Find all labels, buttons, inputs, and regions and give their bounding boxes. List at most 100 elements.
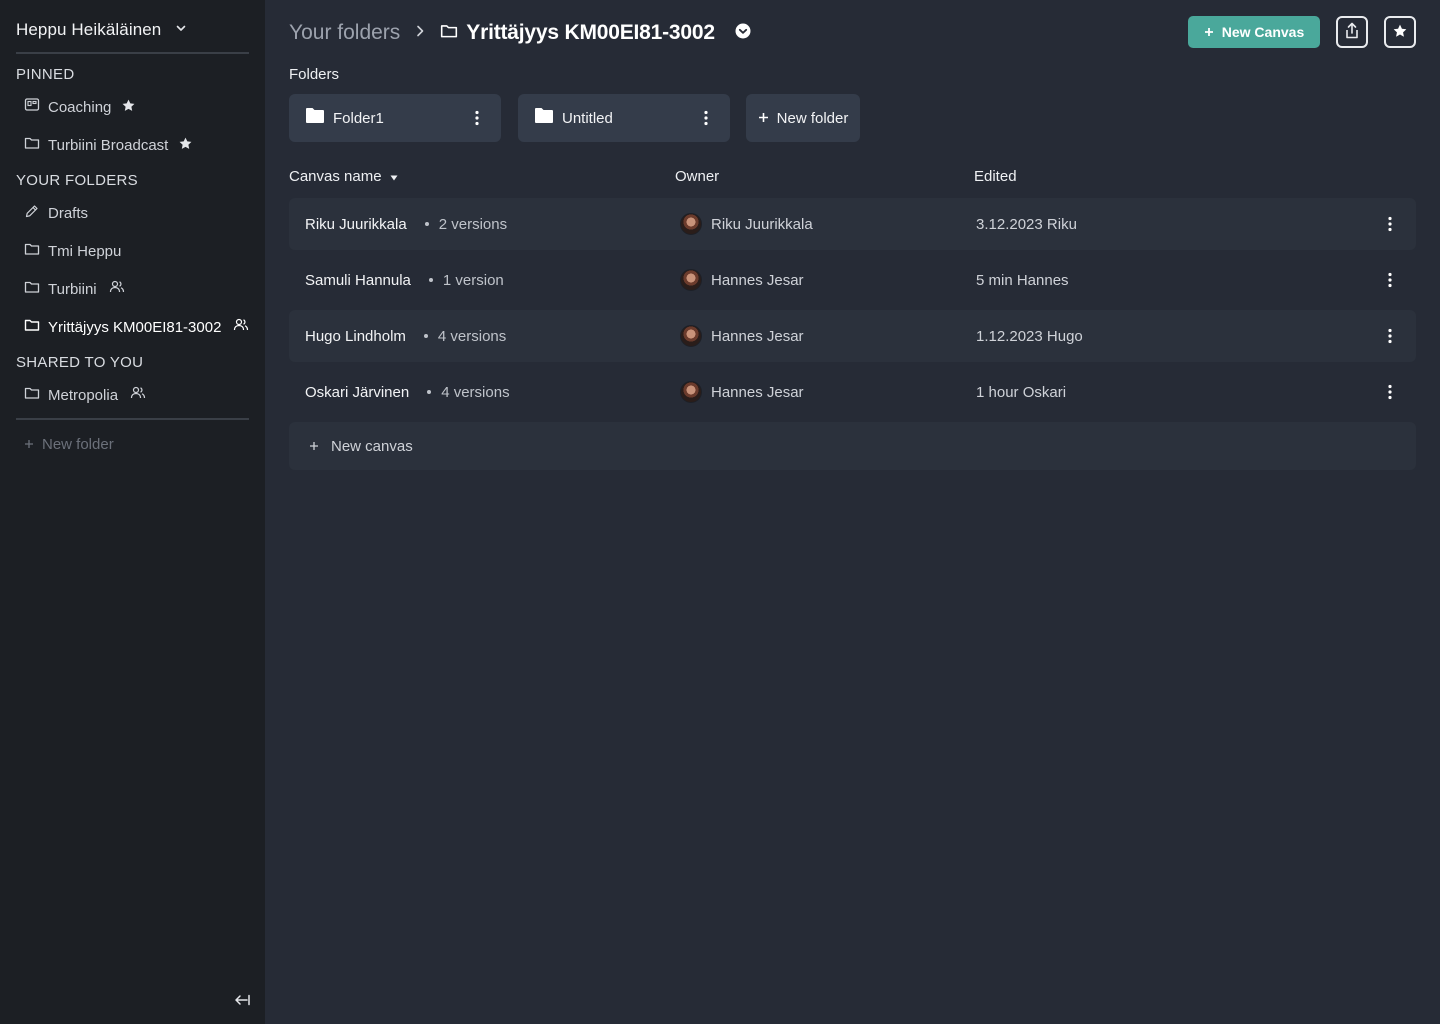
plus-icon [758, 110, 769, 127]
column-header-canvas-name[interactable]: Canvas name [289, 168, 398, 185]
breadcrumb: Your folders Yrittäjyys KM00EI81-3002 [289, 16, 751, 50]
folder-icon [440, 22, 458, 45]
sidebar-item-label: Tmi Heppu [48, 242, 122, 260]
folder-card-folder1[interactable]: Folder1 [289, 94, 501, 142]
owner-cell: Hannes Jesar [680, 325, 804, 347]
folder-card-name: Untitled [562, 109, 613, 127]
app-root: Heppu Heikäläinen PINNED Coaching Turbii… [0, 0, 1440, 1024]
sidebar-item-label: Yrittäjyys KM00EI81-3002 [48, 318, 222, 336]
sidebar-item-tmi-heppu[interactable]: Tmi Heppu [24, 238, 121, 264]
new-folder-button[interactable]: New folder [746, 94, 860, 142]
table-row[interactable]: Oskari Järvinen 4 versions Hannes Jesar … [289, 366, 1416, 418]
plus-icon [1204, 24, 1214, 40]
sidebar-new-folder-label: New folder [42, 435, 114, 453]
canvas-versions-label: 1 version [442, 271, 504, 289]
users-icon [233, 317, 249, 337]
chevron-down-circle-icon [735, 23, 751, 44]
owner-name: Hannes Jesar [711, 271, 804, 289]
canvas-versions: 4 versions [427, 384, 510, 401]
row-menu-button[interactable] [1382, 324, 1398, 348]
new-canvas-button[interactable]: New Canvas [1188, 16, 1320, 48]
column-header-edited[interactable]: Edited [974, 168, 1017, 185]
sidebar-item-label: Coaching [48, 98, 112, 116]
sidebar-divider [16, 52, 249, 54]
bullet-dot [428, 278, 433, 282]
folder-filled-icon [534, 107, 554, 129]
sidebar-new-folder-button[interactable]: New folder [24, 432, 114, 456]
sidebar-item-label: Drafts [48, 204, 89, 222]
canvas-name-cell: Riku Juurikkala 2 versions [305, 216, 507, 233]
folder-menu-button[interactable] [469, 106, 485, 130]
board-icon [24, 97, 40, 117]
table-row[interactable]: Samuli Hannula 1 version Hannes Jesar 5 … [289, 254, 1416, 306]
canvas-name-cell: Hugo Lindholm 4 versions [305, 328, 506, 345]
chevron-right-icon [414, 24, 426, 43]
row-menu-button[interactable] [1382, 268, 1398, 292]
avatar [680, 325, 702, 347]
new-canvas-label: New Canvas [1221, 24, 1305, 40]
folder-icon [24, 317, 40, 337]
folder-card-untitled[interactable]: Untitled [518, 94, 730, 142]
sidebar: Heppu Heikäläinen PINNED Coaching Turbii… [0, 0, 265, 1024]
avatar [680, 381, 702, 403]
canvas-name: Riku Juurikkala [305, 215, 407, 233]
bullet-dot [424, 222, 429, 226]
caret-down-icon [390, 168, 398, 185]
edited-cell: 3.12.2023 Riku [976, 215, 1077, 233]
column-header-label: Canvas name [289, 168, 382, 185]
folder-icon [24, 135, 40, 155]
star-icon [1392, 23, 1408, 42]
canvas-versions: 2 versions [424, 215, 508, 233]
arrow-left-bar-icon [234, 993, 250, 1011]
pencil-icon [24, 203, 40, 223]
canvas-versions: 1 version [428, 271, 504, 289]
sidebar-item-yrittajyys[interactable]: Yrittäjyys KM00EI81-3002 [24, 314, 249, 340]
canvas-versions-label: 4 versions [437, 327, 507, 345]
user-switcher[interactable]: Heppu Heikäläinen [16, 16, 187, 44]
sidebar-item-metropolia[interactable]: Metropolia [24, 382, 146, 408]
favorite-button[interactable] [1384, 16, 1416, 48]
sidebar-divider [16, 418, 249, 420]
section-title-shared: SHARED TO YOU [16, 354, 144, 371]
folder-menu-button[interactable] [698, 106, 714, 130]
row-menu-button[interactable] [1382, 212, 1398, 236]
new-canvas-row-label: New canvas [331, 437, 413, 455]
plus-icon [24, 436, 34, 453]
bullet-dot [423, 334, 428, 338]
owner-name: Hannes Jesar [711, 327, 804, 345]
share-button[interactable] [1336, 16, 1368, 48]
owner-name: Riku Juurikkala [711, 215, 813, 233]
folder-card-name: Folder1 [333, 109, 384, 127]
folder-icon [24, 279, 40, 299]
users-icon [130, 385, 146, 405]
breadcrumb-root-link[interactable]: Your folders [289, 21, 400, 45]
owner-name: Hannes Jesar [711, 383, 804, 401]
breadcrumb-current-label: Yrittäjyys KM00EI81-3002 [466, 21, 715, 44]
breadcrumb-current: Yrittäjyys KM00EI81-3002 [440, 21, 751, 45]
table-row[interactable]: Riku Juurikkala 2 versions Riku Juurikka… [289, 198, 1416, 250]
plus-icon [309, 438, 319, 455]
sidebar-item-drafts[interactable]: Drafts [24, 200, 88, 226]
canvas-name: Oskari Järvinen [305, 383, 410, 401]
avatar [680, 213, 702, 235]
canvas-versions-label: 2 versions [438, 215, 508, 233]
edited-cell: 1 hour Oskari [976, 383, 1067, 401]
table-row[interactable]: Hugo Lindholm 4 versions Hannes Jesar 1.… [289, 310, 1416, 362]
folder-options-toggle[interactable] [735, 23, 751, 44]
owner-cell: Hannes Jesar [680, 381, 804, 403]
sidebar-item-turbiini[interactable]: Turbiini [24, 276, 125, 302]
chevron-down-icon [175, 21, 187, 39]
avatar [680, 269, 702, 291]
star-icon [178, 136, 193, 155]
new-folder-label: New folder [776, 109, 849, 127]
folder-filled-icon [305, 107, 325, 129]
sidebar-item-turbiini-broadcast[interactable]: Turbiini Broadcast [24, 132, 193, 158]
row-menu-button[interactable] [1382, 380, 1398, 404]
collapse-sidebar-button[interactable] [232, 992, 252, 1012]
main-content: Your folders Yrittäjyys KM00EI81-3002 Ne… [265, 0, 1440, 1024]
column-header-owner[interactable]: Owner [675, 168, 719, 185]
new-canvas-row-button[interactable]: New canvas [289, 422, 1416, 470]
sidebar-item-coaching[interactable]: Coaching [24, 94, 136, 120]
sidebar-item-label: Turbiini Broadcast [48, 136, 169, 154]
canvas-name: Hugo Lindholm [305, 327, 406, 345]
